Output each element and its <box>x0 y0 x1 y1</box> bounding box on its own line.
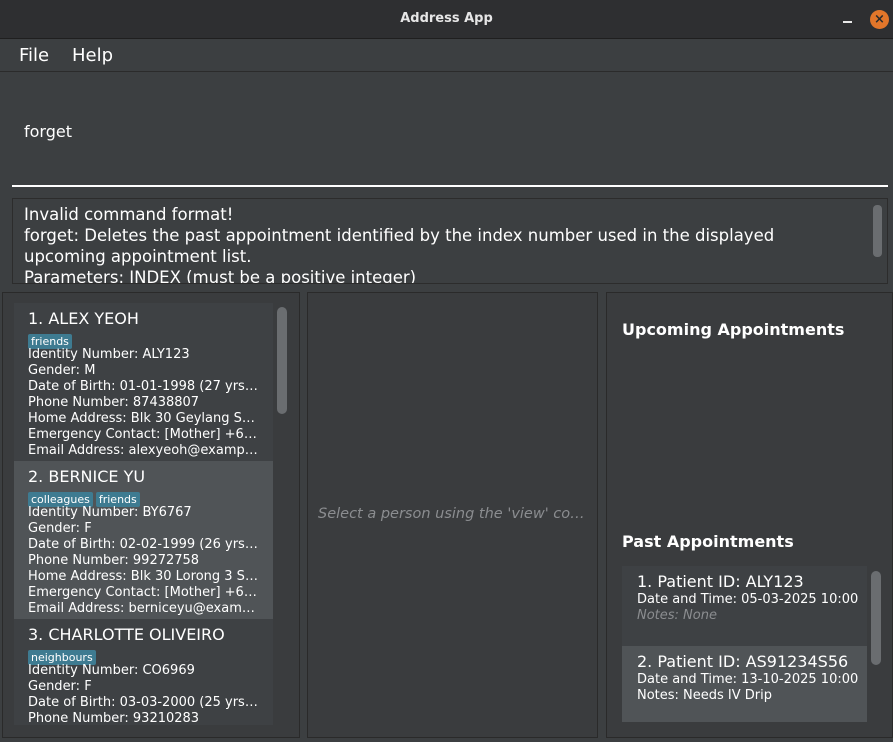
appointment-notes: Notes: None <box>637 608 717 623</box>
person-card[interactable]: 3. CHARLOTTE OLIVEIRO neighbours Identit… <box>14 619 273 725</box>
past-appointments-title: Past Appointments <box>622 532 794 551</box>
appointment-patient-id: 2. Patient ID: AS91234S56 <box>637 652 849 671</box>
menu-bar: File Help <box>0 40 893 72</box>
appointment-list-scrollbar[interactable] <box>871 571 881 665</box>
person-name: 1. ALEX YEOH <box>28 309 139 328</box>
result-text: Invalid command format! forget: Deletes … <box>24 205 775 284</box>
detail-placeholder: Select a person using the 'view' command <box>318 506 588 522</box>
person-list-panel: 1. ALEX YEOH friends Identity Number: AL… <box>2 292 300 738</box>
emergency-contact: Emergency Contact: [Mother] +60 12345678 <box>28 585 259 600</box>
email-address: Email Address: berniceyu@example.com <box>28 601 259 616</box>
menu-file[interactable]: File <box>19 45 49 66</box>
date-of-birth: Date of Birth: 03-03-2000 (25 yrs old) <box>28 695 259 710</box>
upcoming-appointments-title: Upcoming Appointments <box>622 320 845 339</box>
gender: Gender: F <box>28 679 92 694</box>
appointment-notes: Notes: Needs IV Drip <box>637 688 773 703</box>
home-address: Home Address: Blk 30 Lorong 3 Serangoon … <box>28 569 259 584</box>
close-icon[interactable]: × <box>870 10 889 29</box>
appointment-card[interactable]: 1. Patient ID: ALY123 Date and Time: 05-… <box>622 566 867 646</box>
phone-number: Phone Number: 87438807 <box>28 395 200 410</box>
identity-number: Identity Number: BY6767 <box>28 505 192 520</box>
appointment-card[interactable]: 2. Patient ID: AS91234S56 Date and Time:… <box>622 646 867 722</box>
home-address: Home Address: Blk 30 Geylang Street 29, … <box>28 411 259 426</box>
tag-list: friends <box>28 330 259 349</box>
tag-list: neighbours <box>28 646 259 665</box>
date-of-birth: Date of Birth: 01-01-1998 (27 yrs old) <box>28 379 259 394</box>
person-list-scrollbar[interactable] <box>277 307 287 414</box>
result-display[interactable]: Invalid command format! forget: Deletes … <box>12 198 888 284</box>
person-card[interactable]: 1. ALEX YEOH friends Identity Number: AL… <box>14 303 273 461</box>
gender: Gender: M <box>28 363 96 378</box>
person-name: 3. CHARLOTTE OLIVEIRO <box>28 625 225 644</box>
appointment-datetime: Date and Time: 13-10-2025 10:00 <box>637 672 859 687</box>
emergency-contact: Emergency Contact: [Mother] +65 87654321 <box>28 427 259 442</box>
menu-help[interactable]: Help <box>72 45 113 66</box>
person-name: 2. BERNICE YU <box>28 467 146 486</box>
window-title: Address App <box>400 11 493 26</box>
tag-list: colleagues friends <box>28 488 259 507</box>
phone-number: Phone Number: 99272758 <box>28 553 200 568</box>
person-card[interactable]: 2. BERNICE YU colleagues friends Identity… <box>14 461 273 619</box>
result-scrollbar[interactable] <box>873 205 882 257</box>
identity-number: Identity Number: ALY123 <box>28 347 190 362</box>
gender: Gender: F <box>28 521 92 536</box>
phone-number: Phone Number: 93210283 <box>28 711 200 725</box>
command-box <box>0 73 893 191</box>
appointment-patient-id: 1. Patient ID: ALY123 <box>637 572 804 591</box>
command-input[interactable] <box>12 77 888 187</box>
email-address: Email Address: alexyeoh@example.com <box>28 443 259 458</box>
minimize-icon[interactable] <box>841 8 855 30</box>
date-of-birth: Date of Birth: 02-02-1999 (26 yrs old) <box>28 537 259 552</box>
identity-number: Identity Number: CO6969 <box>28 663 195 678</box>
person-detail-panel: Select a person using the 'view' command <box>307 292 598 738</box>
appointment-panel: Upcoming Appointments Past Appointments … <box>606 292 893 738</box>
appointment-datetime: Date and Time: 05-03-2025 10:00 <box>637 592 859 607</box>
title-bar: Address App × <box>0 0 893 39</box>
